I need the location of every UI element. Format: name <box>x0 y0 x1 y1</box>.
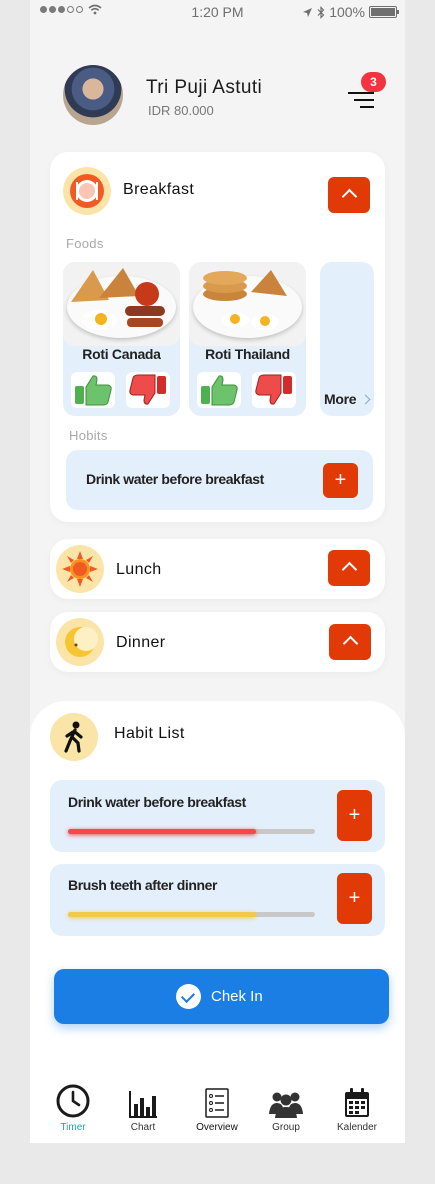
dinner-title: Dinner <box>116 634 166 651</box>
avatar[interactable] <box>63 65 123 125</box>
more-foods-button[interactable]: More <box>320 262 374 416</box>
thumbs-up-icon <box>201 375 238 406</box>
food-name: Roti Thailand <box>205 346 290 362</box>
habit-item-label: Drink water before breakfast <box>68 794 246 810</box>
sun-icon <box>56 545 104 593</box>
tab-kalender[interactable]: Kalender <box>327 1084 387 1139</box>
tab-group[interactable]: Group <box>256 1084 316 1139</box>
menu-button[interactable] <box>346 90 374 112</box>
check-in-label: Chek In <box>211 988 263 1005</box>
app-screen: 1:20 PM 100% Tri Puji Astuti IDR 80.000 … <box>30 0 405 1143</box>
habit-list-title: Habit List <box>114 725 185 742</box>
tab-label: Kalender <box>336 1122 378 1133</box>
habit-progress-bar <box>68 829 315 834</box>
more-label: More <box>324 391 357 407</box>
tab-label: Timer <box>60 1122 86 1133</box>
habit-progress-fill <box>68 829 256 834</box>
notification-badge: 3 <box>361 72 386 92</box>
food-photo <box>63 262 180 346</box>
thumbs-down-icon <box>129 374 166 405</box>
user-name: Tri Puji Astuti <box>146 77 263 98</box>
habit-progress-fill <box>68 912 256 917</box>
check-in-button[interactable]: Chek In <box>54 969 389 1024</box>
bottom-tab-bar: Timer Chart Overview Group Kalender <box>30 1054 405 1143</box>
add-habit-button[interactable]: + <box>337 873 372 924</box>
food-card-roti-thailand[interactable]: Roti Thailand <box>189 262 306 416</box>
battery-icon <box>369 6 399 18</box>
check-icon <box>176 984 201 1009</box>
tab-chart[interactable]: Chart <box>113 1084 173 1139</box>
habit-item-label: Brush teeth after dinner <box>68 877 218 893</box>
tab-overview[interactable]: Overview <box>187 1084 247 1139</box>
add-habit-button[interactable]: + <box>337 790 372 841</box>
tab-label: Overview <box>196 1122 238 1133</box>
moon-icon <box>56 618 104 666</box>
thumbs-up-icon <box>75 375 112 406</box>
status-right: 100% <box>302 4 399 20</box>
habit-progress-bar <box>68 912 315 917</box>
menu-icon <box>348 92 374 94</box>
user-balance: IDR 80.000 <box>148 103 214 118</box>
location-icon <box>303 7 313 17</box>
walking-icon <box>50 713 98 761</box>
lunch-title: Lunch <box>116 561 162 578</box>
food-card-roti-canada[interactable]: Roti Canada <box>63 262 180 416</box>
calendar-icon <box>345 1088 369 1117</box>
bluetooth-icon <box>317 5 325 19</box>
habit-item[interactable] <box>50 780 385 852</box>
habits-label: Hobits <box>69 428 108 443</box>
bar-chart-icon <box>129 1091 157 1118</box>
clock-icon <box>56 1084 90 1118</box>
status-bar: 1:20 PM 100% <box>30 0 405 24</box>
add-habit-button[interactable]: + <box>323 463 358 498</box>
breakfast-title: Breakfast <box>123 181 195 198</box>
breakfast-habit-text: Drink water before breakfast <box>86 471 264 487</box>
dislike-button[interactable] <box>252 372 296 408</box>
thumbs-down-icon <box>255 374 292 405</box>
like-button[interactable] <box>197 372 241 408</box>
food-name: Roti Canada <box>82 346 161 362</box>
dinner-expand-button[interactable] <box>329 624 371 660</box>
like-button[interactable] <box>71 372 115 408</box>
food-photo <box>189 262 306 346</box>
plate-icon <box>63 167 111 215</box>
dislike-button[interactable] <box>126 372 170 408</box>
chevron-right-icon <box>360 394 371 405</box>
tab-timer[interactable]: Timer <box>43 1084 103 1139</box>
tab-label: Group <box>272 1122 300 1133</box>
battery-percent: 100% <box>329 4 365 20</box>
breakfast-collapse-button[interactable] <box>328 177 370 213</box>
foods-label: Foods <box>66 236 104 251</box>
lunch-expand-button[interactable] <box>328 550 370 586</box>
tab-label: Chart <box>130 1122 156 1133</box>
habit-item[interactable] <box>50 864 385 936</box>
group-icon <box>269 1092 303 1118</box>
checklist-icon <box>205 1088 229 1118</box>
